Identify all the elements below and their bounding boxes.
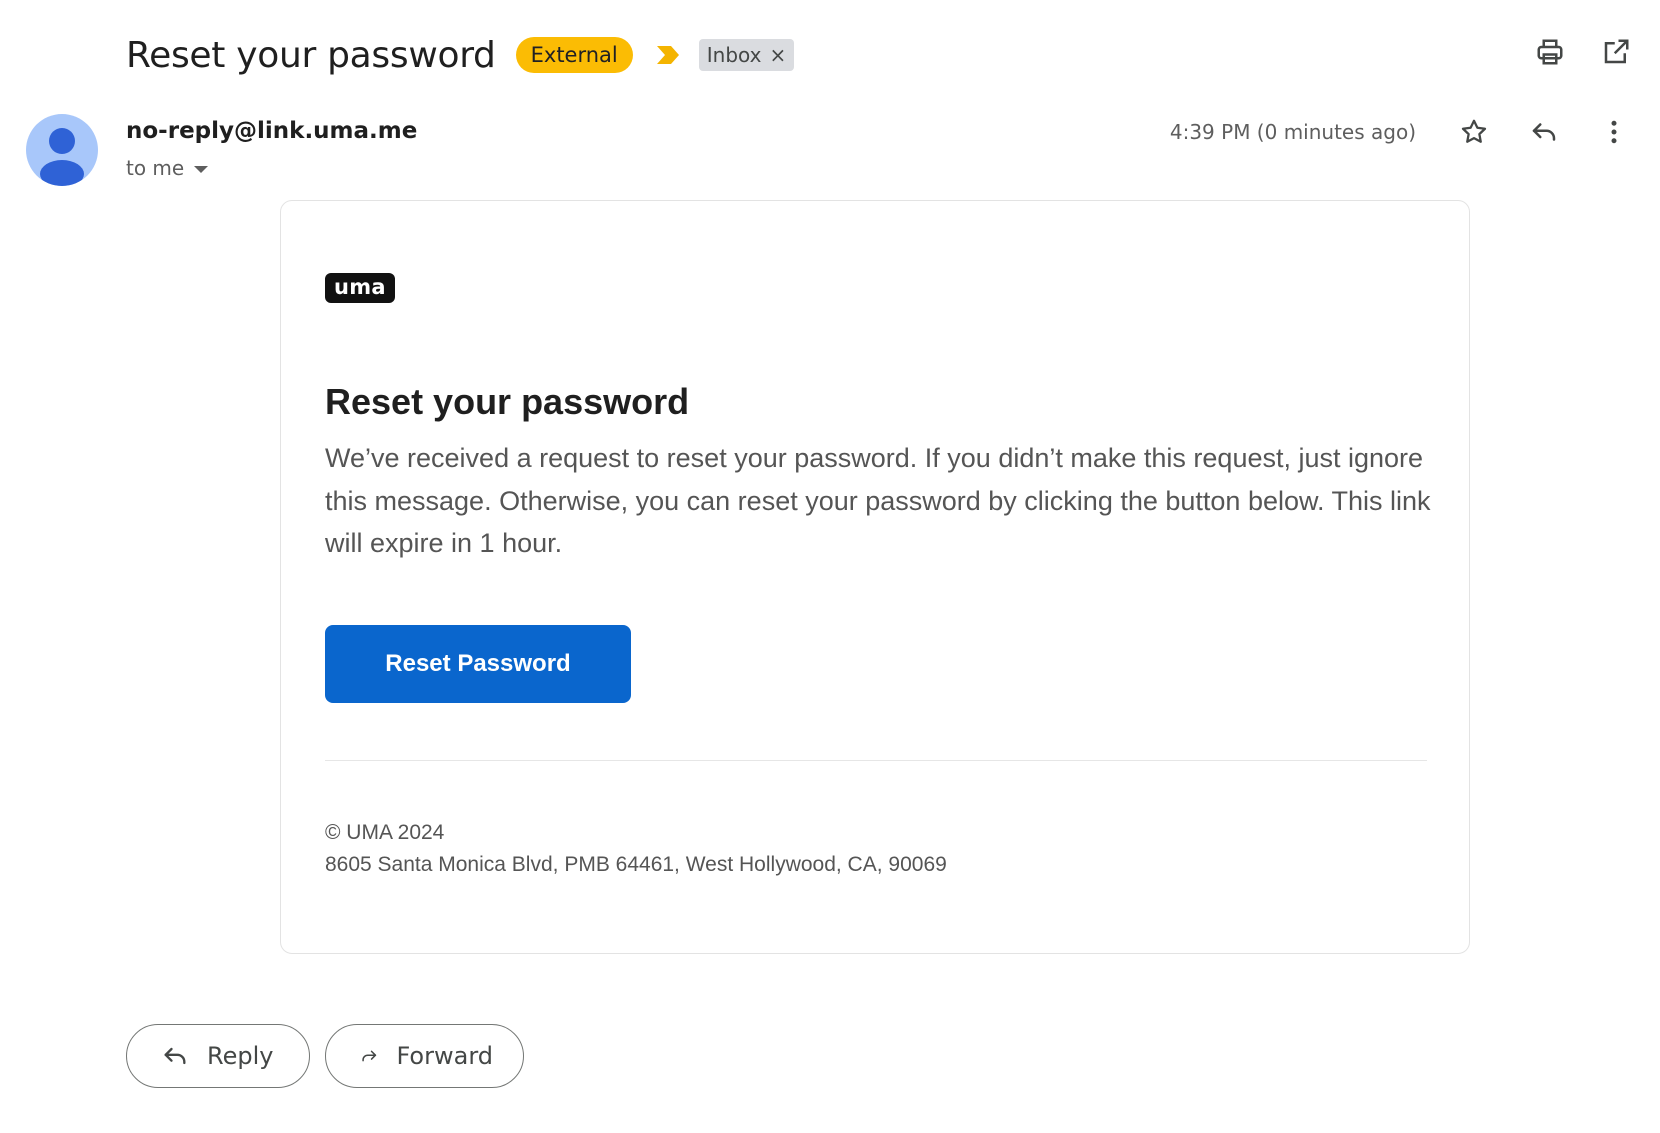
- uma-logo: uma: [325, 273, 395, 303]
- footer-divider: [325, 760, 1427, 761]
- chevron-down-icon[interactable]: [194, 165, 209, 173]
- recipient-details[interactable]: to me: [126, 156, 209, 180]
- to-me-label: to me: [126, 156, 185, 180]
- sender-avatar[interactable]: [26, 114, 98, 186]
- open-in-new-window-icon[interactable]: [1600, 36, 1632, 68]
- inbox-label: Inbox ×: [698, 39, 795, 71]
- inbox-label-text: Inbox: [706, 43, 762, 67]
- sender-email[interactable]: no-reply@link.uma.me: [126, 118, 417, 144]
- forward-label: Forward: [396, 1042, 493, 1070]
- more-options-icon[interactable]: [1598, 116, 1630, 148]
- remove-label-icon[interactable]: ×: [770, 39, 787, 71]
- email-subject: Reset your password: [126, 34, 496, 76]
- importance-marker-icon[interactable]: [655, 44, 681, 66]
- reset-password-button[interactable]: Reset Password: [325, 625, 631, 703]
- reply-button[interactable]: Reply: [126, 1024, 310, 1088]
- forward-button[interactable]: Forward: [325, 1024, 524, 1088]
- email-view: Reset your password External Inbox × no-…: [0, 0, 1660, 1133]
- message-actions: [1458, 116, 1630, 148]
- top-actions: [1534, 36, 1632, 68]
- printer-icon[interactable]: [1534, 36, 1566, 68]
- subject-row: Reset your password External Inbox ×: [126, 28, 795, 82]
- reply-arrow-icon: [164, 1047, 186, 1065]
- reply-label: Reply: [207, 1042, 274, 1070]
- footer-copyright: © UMA 2024: [325, 821, 445, 844]
- email-heading: Reset your password: [325, 381, 690, 422]
- star-icon[interactable]: [1458, 116, 1490, 148]
- email-body-text: We’ve received a request to reset your p…: [325, 443, 1431, 558]
- forward-arrow-icon: [362, 1050, 377, 1062]
- reply-icon[interactable]: [1528, 116, 1560, 148]
- email-content-card: uma Reset your password We’ve received a…: [280, 200, 1470, 954]
- footer-address: 8605 Santa Monica Blvd, PMB 64461, West …: [325, 853, 947, 876]
- external-badge: External: [515, 37, 633, 73]
- message-timestamp: 4:39 PM (0 minutes ago): [1169, 120, 1416, 144]
